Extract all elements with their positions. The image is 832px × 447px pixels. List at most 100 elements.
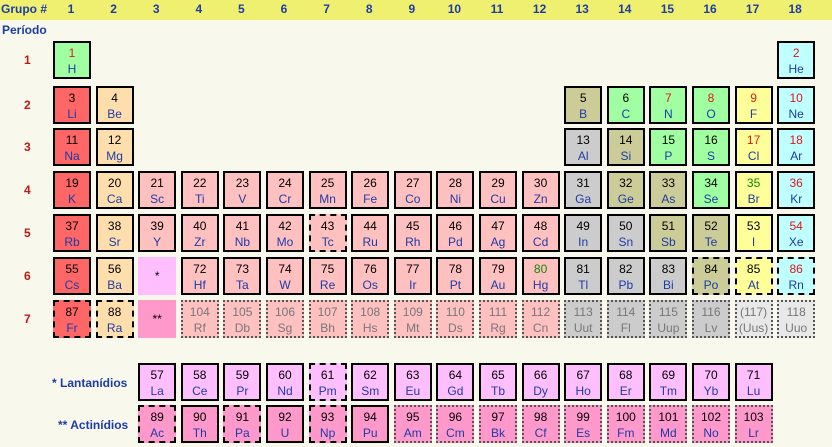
element-ru[interactable]: 44 Ru <box>351 214 390 252</box>
element-es[interactable]: 99 Es <box>564 405 603 443</box>
element-fe[interactable]: 26 Fe <box>351 171 390 209</box>
element-gd[interactable]: 64 Gd <box>436 363 475 401</box>
element-xe[interactable]: 54 Xe <box>777 214 816 252</box>
element-no[interactable]: 102 No <box>692 405 730 443</box>
element-nb[interactable]: 41 Nb <box>223 214 262 252</box>
element-pb[interactable]: 82 Pb <box>606 257 645 295</box>
element-cl[interactable]: 17 Cl <box>734 128 773 166</box>
element-md[interactable]: 101 Md <box>649 405 688 443</box>
element-rg[interactable]: 111 Rg <box>479 300 517 338</box>
element-uus[interactable]: (117) (Uus) <box>734 300 773 338</box>
element-ga[interactable]: 31 Ga <box>564 171 603 209</box>
element-pa[interactable]: 91 Pa <box>223 405 262 443</box>
element-pm[interactable]: 61 Pm <box>308 363 347 401</box>
element-te[interactable]: 52 Te <box>692 214 730 252</box>
element-ca[interactable]: 20 Ca <box>95 171 134 209</box>
element-re[interactable]: 75 Re <box>308 257 347 295</box>
element-er[interactable]: 68 Er <box>606 363 645 401</box>
element-zn[interactable]: 30 Zn <box>521 171 560 209</box>
element-o[interactable]: 8O <box>692 86 730 124</box>
element-as[interactable]: 33 As <box>649 171 688 209</box>
lanthanide-placeholder[interactable]: * <box>138 257 177 295</box>
element-pu[interactable]: 94 Pu <box>351 405 390 443</box>
element-cm[interactable]: 96 Cm <box>436 405 475 443</box>
element-sc[interactable]: 21 Sc <box>138 171 177 209</box>
element-fm[interactable]: 100 Fm <box>606 405 645 443</box>
element-at[interactable]: 85 At <box>734 257 773 295</box>
element-hs[interactable]: 108 Hs <box>351 300 390 338</box>
element-v[interactable]: 23 V <box>223 171 262 209</box>
element-uuo[interactable]: 118 Uuo <box>777 300 816 338</box>
element-ni[interactable]: 28 Ni <box>436 171 475 209</box>
element-kr[interactable]: 36 Kr <box>777 171 816 209</box>
element-hg[interactable]: 80 Hg <box>521 257 560 295</box>
element-al[interactable]: 13 Al <box>564 128 603 166</box>
element-tb[interactable]: 65 Tb <box>479 363 517 401</box>
element-am[interactable]: 95 Am <box>393 405 432 443</box>
element-he[interactable]: 2 He <box>777 41 816 79</box>
element-sr[interactable]: 38 Sr <box>95 214 134 252</box>
element-cs[interactable]: 55 Cs <box>53 257 91 295</box>
element-mo[interactable]: 42 Mo <box>266 214 304 252</box>
element-ag[interactable]: 47 Ag <box>479 214 517 252</box>
element-co[interactable]: 27 Co <box>393 171 432 209</box>
element-ne[interactable]: 10 Ne <box>777 86 816 124</box>
element-fr[interactable]: 87 Fr <box>53 300 91 338</box>
element-sm[interactable]: 62 Sm <box>351 363 390 401</box>
element-uup[interactable]: 115 Uup <box>649 300 688 338</box>
element-sb[interactable]: 51 Sb <box>649 214 688 252</box>
element-bh[interactable]: 107 Bh <box>308 300 347 338</box>
element-la[interactable]: 57 La <box>138 363 177 401</box>
element-ar[interactable]: 18 Ar <box>777 128 816 166</box>
element-mg[interactable]: 12 Mg <box>95 128 134 166</box>
element-po[interactable]: 84 Po <box>692 257 730 295</box>
element-ce[interactable]: 58 Ce <box>180 363 219 401</box>
element-fl[interactable]: 114 Fl <box>606 300 645 338</box>
element-ds[interactable]: 110 Ds <box>436 300 475 338</box>
element-rf[interactable]: 104 Rf <box>180 300 219 338</box>
element-cn[interactable]: 112 Cn <box>521 300 560 338</box>
element-lu[interactable]: 71 Lu <box>734 363 773 401</box>
element-yb[interactable]: 70 Yb <box>692 363 730 401</box>
element-pt[interactable]: 78 Pt <box>436 257 475 295</box>
element-mt[interactable]: 109 Mt <box>393 300 432 338</box>
element-se[interactable]: 34 Se <box>692 171 730 209</box>
element-bk[interactable]: 97 Bk <box>479 405 517 443</box>
element-cd[interactable]: 48 Cd <box>521 214 560 252</box>
element-nd[interactable]: 60 Nd <box>266 363 304 401</box>
element-na[interactable]: 11 Na <box>53 128 91 166</box>
element-hf[interactable]: 72 Hf <box>180 257 219 295</box>
element-bi[interactable]: 83 Bi <box>649 257 688 295</box>
element-rn[interactable]: 86 Rn <box>777 257 816 295</box>
element-th[interactable]: 90 Th <box>180 405 219 443</box>
element-ho[interactable]: 67 Ho <box>564 363 603 401</box>
element-eu[interactable]: 63 Eu <box>393 363 432 401</box>
element-tl[interactable]: 81 Tl <box>564 257 603 295</box>
element-db[interactable]: 105 Db <box>223 300 262 338</box>
element-ta[interactable]: 73 Ta <box>223 257 262 295</box>
element-pr[interactable]: 59 Pr <box>223 363 262 401</box>
element-tc[interactable]: 43 Tc <box>308 214 347 252</box>
element-ir[interactable]: 77 Ir <box>393 257 432 295</box>
element-si[interactable]: 14 Si <box>606 128 645 166</box>
element-lv[interactable]: 116 Lv <box>692 300 730 338</box>
actinide-placeholder[interactable]: ** <box>138 300 177 338</box>
element-y[interactable]: 39 Y <box>138 214 177 252</box>
element-li[interactable]: 3 Li <box>53 86 91 124</box>
element-os[interactable]: 76 Os <box>351 257 390 295</box>
element-ac[interactable]: 89 Ac <box>138 405 177 443</box>
element-cu[interactable]: 29 Cu <box>479 171 517 209</box>
element-br[interactable]: 35 Br <box>734 171 773 209</box>
element-p[interactable]: 15 P <box>649 128 688 166</box>
element-h[interactable]: 1H <box>53 41 91 79</box>
element-b[interactable]: 5B <box>564 86 603 124</box>
element-w[interactable]: 74 W <box>266 257 304 295</box>
element-uut[interactable]: 113 Uut <box>564 300 603 338</box>
element-f[interactable]: 9F <box>734 86 773 124</box>
element-mn[interactable]: 25 Mn <box>308 171 347 209</box>
element-rh[interactable]: 45 Rh <box>393 214 432 252</box>
element-zr[interactable]: 40 Zr <box>180 214 219 252</box>
element-n[interactable]: 7N <box>649 86 688 124</box>
element-ti[interactable]: 22 Ti <box>180 171 219 209</box>
element-lr[interactable]: 103 Lr <box>734 405 773 443</box>
